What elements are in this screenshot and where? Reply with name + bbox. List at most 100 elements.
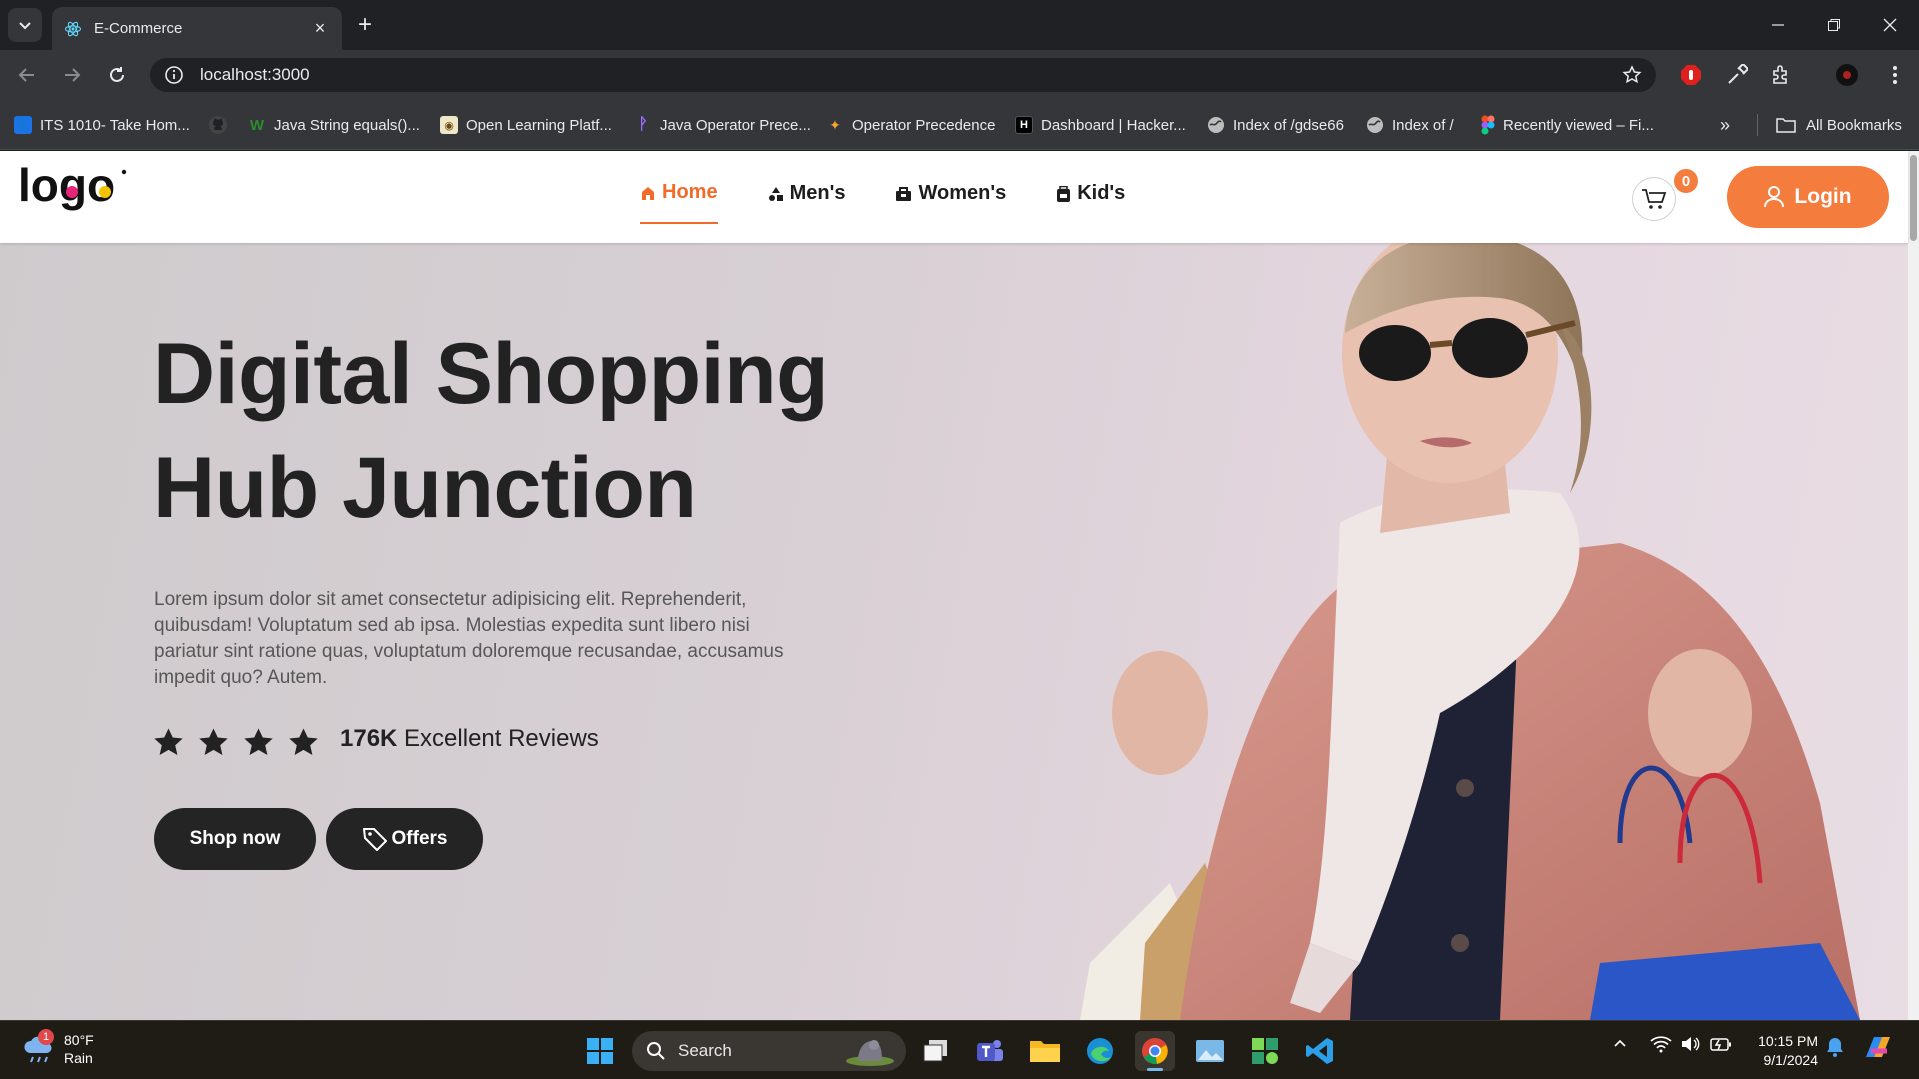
notifications-button[interactable]	[1826, 1037, 1844, 1057]
user-icon	[1764, 186, 1785, 208]
task-view-icon	[923, 1040, 947, 1062]
search-placeholder: Search	[678, 1041, 732, 1060]
windows-taskbar: 1 80°F Rain Search 10:15 PM 9/1/2024	[0, 1020, 1919, 1079]
back-button[interactable]	[12, 60, 42, 90]
cart-count-badge: 0	[1674, 169, 1698, 193]
volume-button[interactable]	[1680, 1035, 1700, 1053]
file-explorer-app[interactable]	[1025, 1031, 1065, 1071]
login-button[interactable]: Login	[1727, 166, 1889, 228]
hero-section: Digital Shopping Hub Junction Lorem ipsu…	[0, 243, 1908, 1020]
new-tab-button[interactable]: +	[352, 12, 378, 38]
site-icon: ✦	[829, 116, 841, 133]
bookmark-item[interactable]: 👤 ITS 1010- Take Hom...	[14, 115, 190, 135]
bookmark-item[interactable]: W Java String equals()...	[248, 115, 420, 135]
bookmark-item[interactable]	[208, 115, 228, 135]
close-window-button[interactable]	[1862, 0, 1918, 50]
forward-button[interactable]	[57, 60, 87, 90]
nav-home[interactable]: Home	[640, 181, 718, 224]
weather-temp: 80°F	[64, 1032, 94, 1048]
site-logo[interactable]: logo	[18, 165, 130, 221]
bookmark-star-icon[interactable]	[1622, 65, 1642, 85]
network-button[interactable]	[1650, 1035, 1672, 1053]
all-bookmarks-button[interactable]: All Bookmarks	[1776, 115, 1902, 135]
speaker-icon	[1682, 1037, 1700, 1051]
backpack-icon	[1057, 185, 1071, 202]
bookmark-label: Dashboard | Hacker...	[1041, 116, 1186, 134]
nav-womens[interactable]: Women's	[895, 181, 1006, 224]
address-bar[interactable]: localhost:3000	[150, 58, 1656, 92]
show-hidden-icons-button[interactable]	[1612, 1035, 1628, 1051]
bookmark-item[interactable]: ◉ Open Learning Platf...	[440, 115, 612, 135]
start-button[interactable]	[580, 1031, 620, 1071]
nav-womens-label: Women's	[918, 182, 1007, 204]
offers-button[interactable]: Offers	[326, 808, 483, 870]
reviews-summary: 176K Excellent Reviews	[340, 725, 599, 753]
tiles-icon	[1252, 1038, 1278, 1064]
nav-mens[interactable]: Men's	[768, 181, 845, 224]
teams-app[interactable]	[970, 1031, 1010, 1071]
bookmarks-overflow-button[interactable]: »	[1720, 115, 1730, 135]
xbox-app[interactable]	[1245, 1031, 1285, 1071]
vscode-icon	[1306, 1038, 1333, 1064]
taskbar-clock[interactable]: 10:15 PM 9/1/2024	[1742, 1032, 1818, 1070]
edge-app[interactable]	[1080, 1031, 1120, 1071]
battery-button[interactable]	[1710, 1035, 1732, 1053]
shapes-icon	[768, 186, 783, 201]
bookmark-label: Java String equals()...	[274, 116, 420, 134]
star-icon	[244, 728, 273, 756]
site-info-icon[interactable]	[164, 65, 184, 85]
adblock-extension-icon[interactable]	[1678, 62, 1704, 88]
arrow-left-icon	[18, 68, 34, 82]
reviews-count: 176K	[340, 725, 398, 752]
svg-text:logo: logo	[18, 165, 115, 211]
restore-button[interactable]	[1806, 0, 1862, 50]
bookmark-item[interactable]: Index of /gdse66	[1207, 115, 1344, 135]
hero-title-line1: Digital Shopping	[153, 326, 829, 422]
vscode-app[interactable]	[1300, 1031, 1340, 1071]
minimize-button[interactable]	[1750, 0, 1806, 50]
shop-now-label: Shop now	[189, 828, 281, 849]
shop-now-button[interactable]: Shop now	[154, 808, 316, 870]
nav-kids[interactable]: Kid's	[1056, 181, 1125, 224]
w3resource-icon: W	[249, 116, 265, 134]
globe-icon	[1367, 117, 1383, 133]
hero-description: Lorem ipsum dolor sit amet consectetur a…	[154, 589, 784, 688]
figma-icon	[1481, 115, 1495, 135]
page-scrollbar[interactable]	[1908, 151, 1919, 1020]
bookmark-item[interactable]: ✦ Operator Precedence	[826, 115, 995, 135]
copilot-icon	[1866, 1037, 1890, 1057]
profile-avatar[interactable]	[1834, 62, 1860, 88]
hero-title: Digital Shopping Hub Junction	[153, 317, 913, 545]
react-icon	[64, 21, 82, 36]
tab-ecommerce[interactable]: E-Commerce ×	[52, 7, 342, 50]
login-label: Login	[1794, 185, 1852, 208]
weather-widget[interactable]: 1 80°F Rain	[22, 1029, 94, 1067]
star-icon	[289, 728, 318, 756]
bookmark-item[interactable]: H Dashboard | Hacker...	[1015, 115, 1186, 135]
taskbar-search[interactable]: Search	[632, 1031, 906, 1071]
browser-tab-strip: E-Commerce × +	[0, 0, 1919, 50]
bookmark-item[interactable]: Index of /	[1366, 115, 1454, 135]
reload-button[interactable]	[102, 60, 132, 90]
eyedropper-extension-icon[interactable]	[1724, 62, 1750, 88]
scrollbar-thumb[interactable]	[1910, 155, 1917, 241]
bookmark-item[interactable]: Recently viewed – Fi...	[1481, 115, 1654, 135]
nav-home-label: Home	[662, 181, 718, 203]
photos-app[interactable]	[1190, 1031, 1230, 1071]
chrome-app[interactable]	[1135, 1031, 1175, 1071]
task-view-button[interactable]	[916, 1031, 956, 1071]
extensions-button[interactable]	[1768, 62, 1794, 88]
rating-stars	[153, 727, 319, 757]
copilot-button[interactable]	[1862, 1033, 1894, 1063]
url-text: localhost:3000	[200, 65, 310, 84]
divider	[1757, 114, 1758, 136]
folder-icon	[1776, 118, 1796, 133]
tab-search-button[interactable]	[8, 8, 42, 42]
hero-model-image	[1080, 243, 1860, 1020]
reviews-label: Excellent Reviews	[404, 725, 599, 752]
close-tab-icon[interactable]: ×	[310, 18, 330, 39]
edge-icon	[1087, 1038, 1113, 1064]
chrome-menu-button[interactable]	[1882, 62, 1908, 88]
cart-button[interactable]	[1632, 177, 1676, 221]
bookmark-item[interactable]: ᚹ Java Operator Prece...	[634, 115, 811, 135]
